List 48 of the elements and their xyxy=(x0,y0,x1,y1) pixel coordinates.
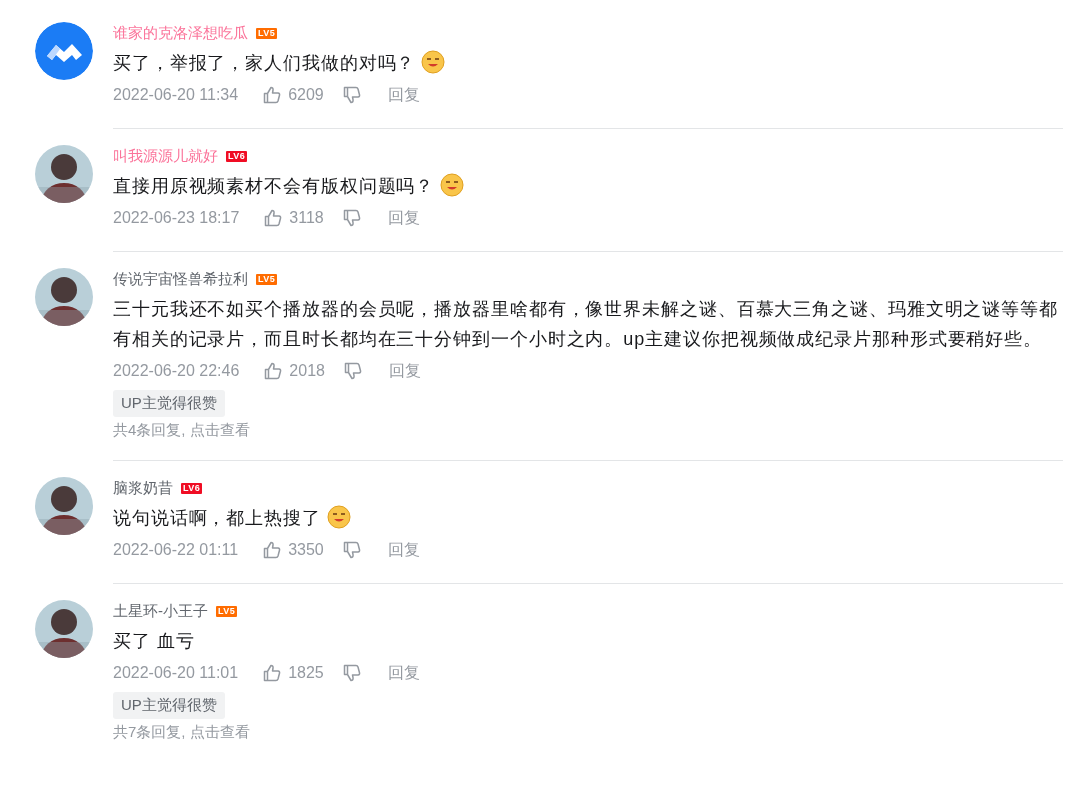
user-name[interactable]: 传说宇宙怪兽希拉利 xyxy=(113,269,248,289)
dislike-icon[interactable] xyxy=(342,361,363,381)
comment-text: 买了 血亏 xyxy=(113,630,196,653)
user-name[interactable]: 脑浆奶昔 xyxy=(113,478,173,498)
grin-emoji-icon xyxy=(326,505,351,529)
logo-avatar-icon[interactable] xyxy=(35,22,93,80)
thumbs-up-icon[interactable] xyxy=(262,663,283,683)
reply-link[interactable]: 回复 xyxy=(387,539,420,561)
comment-text: 三十元我还不如买个播放器的会员呢，播放器里啥都有，像世界未解之谜、百慕大三角之谜、玛雅文明之谜等等都有相关的记录片，而且时长都均在三十分钟到一个小时之内。up主建议你把视频做成纪录片那种形式要稍好些。 xyxy=(113,298,1059,351)
grin-emoji-icon xyxy=(421,50,446,74)
comment-text: 买了，举报了，家人们我做的对吗？ xyxy=(113,48,1063,78)
level-badge: LV5 xyxy=(216,605,238,617)
user-name[interactable]: 谁家的克洛泽想吃瓜 xyxy=(113,23,248,43)
dislike-icon[interactable] xyxy=(341,208,362,228)
up-liked-tag: UP主觉得很赞 xyxy=(113,692,225,719)
comment-time: 2022-06-20 11:34 xyxy=(113,86,239,104)
comment-text: 说句说话啊，都上热搜了 xyxy=(113,503,1063,533)
reply-link[interactable]: 回复 xyxy=(387,662,420,684)
thumbs-up-icon[interactable] xyxy=(262,540,283,560)
grin-emoji-icon xyxy=(440,173,465,197)
level-badge: LV6 xyxy=(226,150,248,162)
level-badge: LV5 xyxy=(256,27,278,39)
dislike-icon[interactable] xyxy=(341,85,362,105)
thumbs-up-icon[interactable] xyxy=(263,208,284,228)
user-name[interactable]: 土星环-小王子 xyxy=(113,601,208,621)
up-liked-tag: UP主觉得很赞 xyxy=(113,390,225,417)
like-button[interactable]: 2018 xyxy=(263,361,325,381)
view-replies-link[interactable]: 共4条回复, 点击查看 xyxy=(113,421,1063,440)
comment-time: 2022-06-23 18:17 xyxy=(113,209,240,227)
like-button[interactable]: 3350 xyxy=(262,540,324,560)
like-button[interactable]: 6209 xyxy=(262,85,324,105)
thumbs-up-icon[interactable] xyxy=(262,85,283,105)
thumbs-up-icon[interactable] xyxy=(263,361,284,381)
user-name[interactable]: 叫我源源儿就好 xyxy=(113,146,218,166)
comment-text: 直接用原视频素材不会有版权问题吗？ xyxy=(113,171,1063,201)
level-badge: LV5 xyxy=(256,273,278,285)
comment-time: 2022-06-20 22:46 xyxy=(113,362,240,380)
like-button[interactable]: 3118 xyxy=(263,208,324,228)
reply-link[interactable]: 回复 xyxy=(388,360,421,382)
comment-time: 2022-06-22 01:11 xyxy=(113,541,239,559)
view-replies-link[interactable]: 共7条回复, 点击查看 xyxy=(113,723,1063,742)
dislike-icon[interactable] xyxy=(341,663,362,683)
level-badge: LV6 xyxy=(181,482,203,494)
reply-link[interactable]: 回复 xyxy=(387,207,420,229)
like-button[interactable]: 1825 xyxy=(262,663,324,683)
dislike-icon[interactable] xyxy=(341,540,362,560)
reply-link[interactable]: 回复 xyxy=(387,84,420,106)
comment-time: 2022-06-20 11:01 xyxy=(113,664,239,682)
